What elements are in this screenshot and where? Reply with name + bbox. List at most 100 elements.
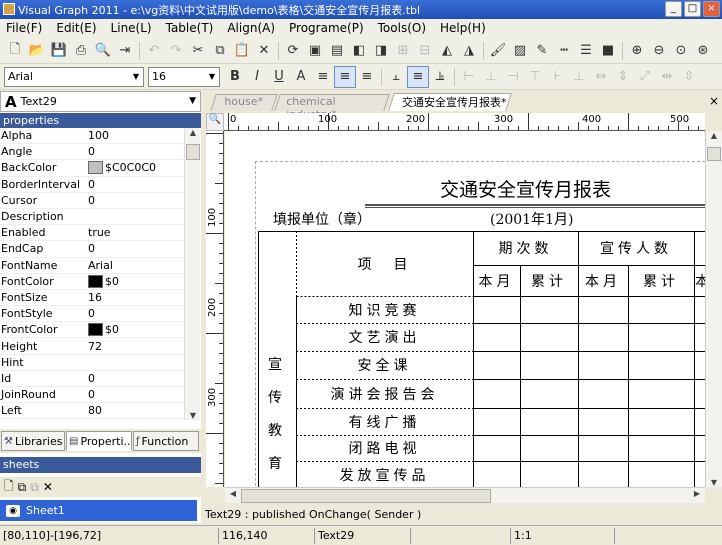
tab-house[interactable]: house* [210, 94, 278, 111]
export-icon[interactable]: ⇥ [114, 40, 136, 62]
property-value[interactable]: 0 [86, 307, 184, 320]
copy-icon[interactable]: ⧉ [209, 40, 231, 62]
property-value[interactable]: 100 [86, 129, 184, 142]
property-row[interactable]: FrontColor $0 [0, 322, 184, 339]
property-value[interactable]: 0 [86, 388, 184, 401]
property-value[interactable]: 0 [86, 178, 184, 191]
tab-libraries[interactable]: ⚒ Libraries [1, 431, 65, 451]
zoom-in-icon[interactable]: ⊕ [626, 40, 648, 62]
align-objects-middle-icon[interactable]: ⊦ [546, 66, 568, 88]
header-item[interactable]: 项 目 [296, 231, 473, 296]
property-value[interactable]: $0 [86, 323, 184, 337]
new-sheet-icon[interactable]: 🗋 [4, 477, 14, 498]
menu-file[interactable]: File(F) [6, 19, 48, 38]
row-item[interactable]: 演讲会报告会 [296, 379, 473, 408]
property-row[interactable]: Cursor 0 [0, 193, 184, 209]
sheet-item[interactable]: ◉ Sheet1 [0, 500, 197, 521]
color-swatch[interactable] [88, 161, 103, 175]
zoom-out-icon[interactable]: ⊖ [648, 40, 670, 62]
scroll-down-icon[interactable]: ▼ [185, 411, 201, 420]
period-label[interactable]: (2001年1月) [490, 209, 573, 229]
align-left-icon[interactable]: ≡ [312, 66, 334, 88]
same-height-icon[interactable]: ⇕ [612, 66, 634, 88]
property-row[interactable]: FontName Arial [0, 258, 184, 274]
property-value[interactable]: $C0C0C0 [86, 161, 184, 175]
property-value[interactable]: 72 [86, 340, 184, 353]
scroll-thumb[interactable] [241, 489, 491, 503]
property-row[interactable]: Description [0, 209, 184, 226]
redo-icon[interactable]: ↷ [165, 40, 187, 62]
maximize-button[interactable]: □ [684, 1, 701, 17]
property-value[interactable]: true [86, 226, 184, 239]
property-row[interactable]: Id 0 [0, 371, 184, 387]
delete-icon[interactable]: ✕ [253, 40, 275, 62]
property-row[interactable]: Left 80 [0, 403, 184, 420]
scroll-thumb[interactable] [707, 147, 721, 161]
color-swatch[interactable] [88, 274, 103, 288]
row-item[interactable]: 发放宣传品 [296, 461, 473, 487]
open-folder-icon[interactable]: 📂 [26, 40, 48, 62]
fill-unit-label[interactable]: 填报单位（章） [273, 209, 371, 229]
property-row[interactable]: JoinRound 0 [0, 387, 184, 404]
property-value[interactable]: Arial [86, 259, 184, 272]
ungroup-icon[interactable]: ▤ [326, 40, 348, 62]
color-swatch[interactable] [88, 323, 103, 337]
close-button[interactable]: × [703, 1, 720, 17]
header-times-month[interactable]: 本月 [473, 265, 520, 296]
header-extra-month[interactable]: 本 [694, 265, 705, 296]
italic-icon[interactable]: I [246, 66, 268, 88]
property-row[interactable]: FontStyle 0 [0, 306, 184, 323]
design-canvas[interactable]: 交通安全宣传月报表 填报单位（章） (2001年1月) 项 目 期次数 宣传人数… [225, 131, 705, 487]
cut-icon[interactable]: ✂ [187, 40, 209, 62]
row-item[interactable]: 安全课 [296, 351, 473, 379]
zoom-corner-icon[interactable]: 🔍 [206, 113, 224, 131]
same-width-icon[interactable]: ⇔ [590, 66, 612, 88]
row-item[interactable]: 闭路电视 [296, 435, 473, 461]
valign-middle-icon[interactable]: ≡ [407, 65, 429, 88]
header-times[interactable]: 期次数 [473, 231, 578, 265]
align-objects-right-icon[interactable]: ⊣ [502, 66, 524, 88]
space-horizontal-icon[interactable]: ⇹ [656, 66, 678, 88]
bring-front-icon[interactable]: ◧ [348, 40, 370, 62]
font-size-select[interactable]: 16 ▼ [148, 66, 220, 87]
header-times-total[interactable]: 累计 [520, 265, 578, 296]
print-preview-icon[interactable]: 🔍 [92, 40, 114, 62]
property-value[interactable]: 80 [86, 404, 184, 417]
canvas-horizontal-scrollbar[interactable]: ◀ ▶ [225, 487, 705, 503]
scroll-left-icon[interactable]: ◀ [225, 489, 241, 498]
font-name-select[interactable]: Arial ▼ [4, 66, 144, 87]
font-color-icon[interactable]: A [290, 66, 312, 88]
align-grid-icon[interactable]: ⊞ [392, 40, 414, 62]
tab-properties[interactable]: ▤ Properti.. [66, 431, 132, 451]
align-objects-top-icon[interactable]: ⊤ [524, 66, 546, 88]
scroll-up-icon[interactable]: ▲ [185, 128, 201, 137]
property-row[interactable]: BorderInterval 0 [0, 177, 184, 193]
valign-top-icon[interactable]: ⫠ [385, 66, 407, 88]
line-color-icon[interactable]: ✎ [531, 40, 553, 62]
report-title[interactable]: 交通安全宣传月报表 [440, 175, 611, 202]
distribute-icon[interactable]: ⊟ [414, 40, 436, 62]
rotate-icon[interactable]: ⟳ [282, 40, 304, 62]
object-selector[interactable]: A Text29 ▼ [0, 91, 201, 112]
align-objects-bottom-icon[interactable]: ⊥ [568, 66, 590, 88]
property-value[interactable]: $0 [86, 274, 184, 288]
scroll-up-icon[interactable]: ▲ [706, 131, 722, 140]
property-row[interactable]: Angle 0 [0, 144, 184, 161]
line-style-icon[interactable]: ┅ [553, 40, 575, 62]
properties-scrollbar[interactable]: ▲ ▼ [184, 128, 200, 420]
eye-icon[interactable]: ◉ [6, 504, 20, 517]
zoom-fit-icon[interactable]: ⊙ [670, 40, 692, 62]
align-center-icon[interactable]: ≡ [334, 65, 356, 88]
valign-bottom-icon[interactable]: ⫡ [429, 66, 451, 88]
header-people-total[interactable]: 累计 [628, 265, 694, 296]
line-width-icon[interactable]: ☰ [575, 40, 597, 62]
tab-function[interactable]: ƒ Function [133, 431, 199, 451]
property-value[interactable]: 0 [86, 194, 184, 207]
menu-table[interactable]: Table(T) [166, 19, 220, 38]
same-size-icon[interactable]: ⤢ [634, 66, 656, 88]
header-people-month[interactable]: 本月 [578, 265, 628, 296]
property-value[interactable]: 16 [86, 291, 184, 304]
flip-vertical-icon[interactable]: ◮ [458, 40, 480, 62]
menu-edit[interactable]: Edit(E) [56, 19, 102, 38]
property-row[interactable]: BackColor $C0C0C0 [0, 160, 184, 177]
